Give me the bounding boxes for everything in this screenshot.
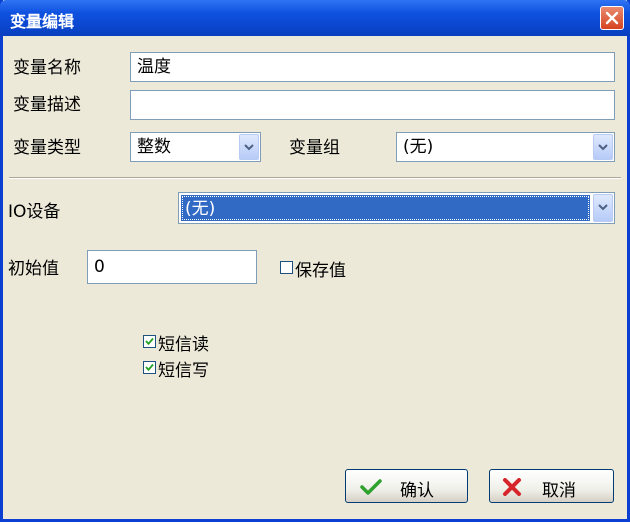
io-dropdown-button[interactable] — [593, 194, 613, 222]
type-dropdown-button[interactable] — [239, 134, 259, 160]
checkmark-icon — [360, 479, 382, 495]
init-label: 初始值 — [8, 259, 59, 279]
group-label: 变量组 — [289, 138, 340, 158]
separator — [9, 177, 621, 179]
chevron-down-icon — [244, 144, 254, 151]
x-icon — [503, 478, 521, 496]
close-button[interactable] — [600, 6, 624, 30]
sms-read-checkbox[interactable] — [143, 335, 156, 348]
title-bar[interactable]: 变量编辑 — [0, 0, 630, 36]
checkmark-icon — [145, 363, 154, 372]
ok-button[interactable]: 确认 — [345, 469, 468, 503]
cancel-button-label: 取消 — [542, 481, 576, 501]
type-label: 变量类型 — [13, 138, 81, 158]
io-label: IO设备 — [8, 202, 61, 222]
type-select[interactable]: 整数 — [130, 132, 261, 162]
name-input[interactable]: 温度 — [130, 52, 615, 82]
name-label: 变量名称 — [13, 58, 81, 78]
cancel-button[interactable]: 取消 — [489, 469, 614, 503]
dialog-window: 变量编辑 变量名称 温度 变量描述 变量类型 整数 变量组 (无) IO设备 (… — [0, 0, 630, 522]
sms-read-label: 短信读 — [158, 335, 209, 355]
ok-button-label: 确认 — [400, 481, 434, 501]
group-dropdown-button[interactable] — [593, 134, 613, 160]
group-select-value: (无) — [403, 137, 434, 157]
init-value-input[interactable]: 0 — [87, 250, 257, 284]
desc-label: 变量描述 — [13, 95, 81, 115]
io-device-select-value: (无) — [185, 199, 216, 219]
desc-input[interactable] — [130, 90, 615, 120]
save-checkbox[interactable] — [280, 261, 293, 274]
chevron-down-icon — [598, 204, 608, 211]
io-device-select[interactable]: (无) — [178, 192, 615, 224]
chevron-down-icon — [598, 144, 608, 151]
checkmark-icon — [145, 337, 154, 346]
group-select[interactable]: (无) — [396, 132, 615, 162]
sms-write-checkbox[interactable] — [143, 361, 156, 374]
save-label: 保存值 — [295, 261, 346, 281]
close-icon — [605, 11, 619, 25]
sms-write-label: 短信写 — [158, 361, 209, 381]
type-select-value: 整数 — [137, 137, 171, 157]
window-title: 变量编辑 — [10, 12, 75, 31]
